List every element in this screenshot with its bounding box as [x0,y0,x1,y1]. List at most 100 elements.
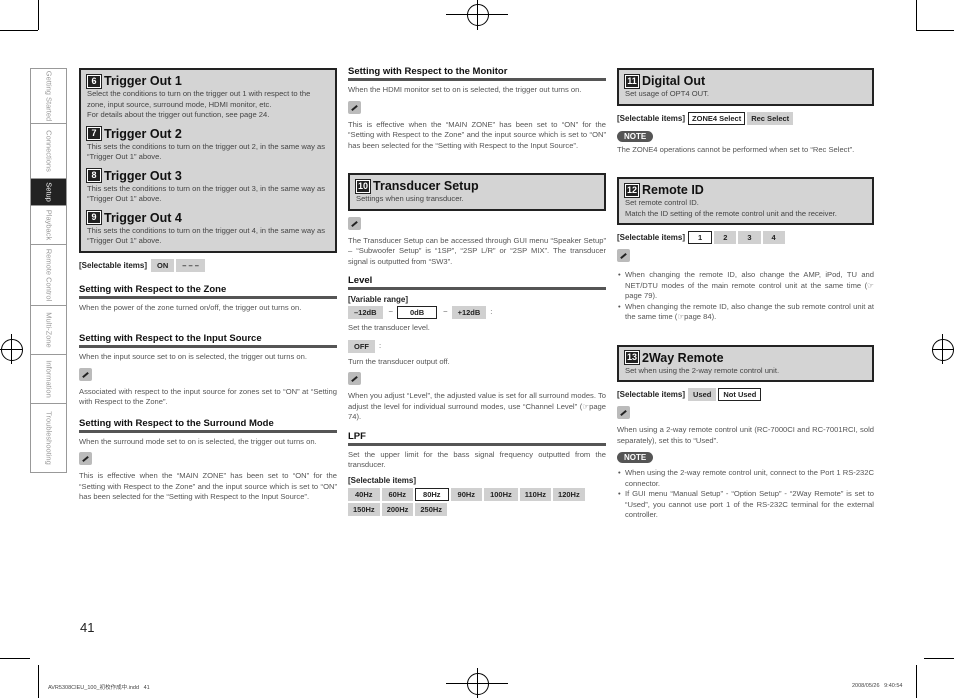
section-number: 12 [623,182,641,198]
tab-multi-zone[interactable]: Multi-Zone [31,306,66,355]
selectable-label: [Selectable items] [617,233,686,242]
pencil-icon [617,406,630,419]
crop-mark [916,30,954,31]
colon: : [379,340,382,350]
colon: : [490,307,493,317]
section-description: Set usage of OPT4 OUT. [625,89,709,98]
level-heading: Level [348,275,606,290]
range-separator: ~ [443,307,448,317]
section-heading: 6 Trigger Out 1 [86,73,329,89]
lpf-text: Set the upper limit for the bass signal … [348,449,606,470]
section-heading: 12 Remote ID [623,182,704,198]
section-description: Settings when using transducer. [356,194,464,203]
tab-connections[interactable]: Connections [31,124,66,179]
option-80hz[interactable]: 80Hz [415,487,449,501]
option-none[interactable]: – – – [176,258,205,272]
page-number: 41 [80,620,95,635]
list-item: When using the 2-way remote control unit… [618,468,874,489]
tab-playback[interactable]: Playback [31,206,66,245]
section-description: For details about the trigger out functi… [87,110,270,119]
input-source-heading: Setting with Respect to the Input Source [79,333,337,348]
list-item: When changing the remote ID, also change… [618,270,874,302]
selectable-items: [Selectable items] ON – – – [79,258,337,272]
section-description: Set when using the 2-way remote control … [625,365,780,375]
transducer-note: The Transducer Setup can be accessed thr… [348,235,606,266]
section-number: 8 [86,168,102,183]
two-way-notes: When using the 2-way remote control unit… [617,468,874,521]
note-badge: NOTE [617,452,654,463]
digital-out-box: 11 Digital Out Set usage of OPT4 OUT. [617,68,874,106]
section-heading: 11 Digital Out [624,73,866,89]
option-not-used[interactable]: Not Used [718,388,762,401]
section-heading: 13 2Way Remote [623,350,724,365]
pencil-icon [348,216,361,230]
monitor-text: When the HDMI monitor set to on is selec… [348,85,582,94]
option-zone4-select[interactable]: ZONE4 Select [688,111,746,125]
option-used[interactable]: Used [688,388,717,401]
option-110hz[interactable]: 110Hz [519,487,552,501]
digital-selectable-items: [Selectable items] ZONE4 Select Rec Sele… [617,111,874,125]
section-number: 11 [624,73,640,89]
section-number: 6 [86,73,102,89]
input-source-note: Associated with respect to the input sou… [79,386,337,407]
input-source-text: When the input source set to on is selec… [79,352,307,361]
list-item: If GUI menu “Manual Setup” - “Option Set… [618,489,874,521]
option-40hz[interactable]: 40Hz [348,487,380,501]
selectable-label: [Selectable items] [348,475,417,485]
two-way-note: When using a 2-way remote control unit (… [617,425,874,445]
option-id-2[interactable]: 2 [714,231,737,244]
section-description: Select the conditions to turn on the tri… [87,89,311,109]
section-number: 13 [623,350,641,365]
option-max-level[interactable]: +12dB [451,306,487,319]
option-120hz[interactable]: 120Hz [553,487,585,501]
crop-mark [38,665,39,698]
section-description: This sets the conditions to turn on the … [87,225,326,246]
option-200hz[interactable]: 200Hz [381,502,414,516]
level-note: When you adjust “Level”, the adjusted va… [348,391,606,421]
crop-mark [0,30,38,31]
option-250hz[interactable]: 250Hz [415,502,448,516]
section-heading: 9 Trigger Out 4 [86,210,329,225]
surround-note: This is effective when the “MAIN ZONE” h… [79,471,337,501]
selectable-label: [Selectable items] [617,113,686,123]
option-100hz[interactable]: 100Hz [484,487,518,501]
option-default-level[interactable]: 0dB [396,306,438,319]
option-id-4[interactable]: 4 [762,231,785,244]
pencil-icon [348,100,361,114]
pencil-icon [617,249,630,262]
option-on[interactable]: ON [151,258,175,272]
two-way-remote-box: 13 2Way Remote Set when using the 2-way r… [617,344,874,382]
selectable-label: [Selectable items] [617,390,686,399]
option-rec-select[interactable]: Rec Select [747,111,794,125]
remote-id-box: 12 Remote ID Set remote control ID. Match… [617,177,874,225]
monitor-heading: Setting with Respect to the Monitor [348,66,606,81]
option-min-level[interactable]: –12dB [348,306,383,319]
remote-selectable-items: [Selectable items] 1 2 3 4 [617,231,874,244]
tab-troubleshooting[interactable]: Troubleshooting [31,404,66,473]
option-90hz[interactable]: 90Hz [450,487,483,501]
tab-information[interactable]: Information [31,355,66,404]
lpf-heading: LPF [348,431,606,446]
option-off[interactable]: OFF [348,339,375,353]
option-150hz[interactable]: 150Hz [348,502,380,516]
section-heading: 7 Trigger Out 2 [86,126,329,141]
registration-mark [1,339,23,361]
tab-getting-started[interactable]: Getting Started [31,69,66,124]
crop-mark [916,665,917,698]
section-description: Match the ID setting of the remote contr… [625,208,837,218]
surround-text: When the surround mode set to on is sele… [79,436,317,446]
option-id-1[interactable]: 1 [688,231,713,244]
list-item: When changing the remote ID, also change… [618,302,874,323]
lpf-options-row-2: 150Hz 200Hz 250Hz [348,502,606,516]
tab-setup[interactable]: Setup [31,179,66,206]
section-number: 9 [86,210,102,225]
surround-heading: Setting with Respect to the Surround Mod… [79,418,337,433]
section-description: This sets the conditions to turn on the … [87,141,326,162]
section-heading: 8 Trigger Out 3 [86,168,329,183]
option-id-3[interactable]: 3 [738,231,761,244]
section-description: Set remote control ID. [625,198,699,207]
off-row: OFF : [348,339,606,353]
option-60hz[interactable]: 60Hz [381,487,414,501]
level-range: –12dB ~ 0dB ~ +12dB : [348,306,606,319]
tab-remote-control[interactable]: Remote Control [31,245,66,306]
